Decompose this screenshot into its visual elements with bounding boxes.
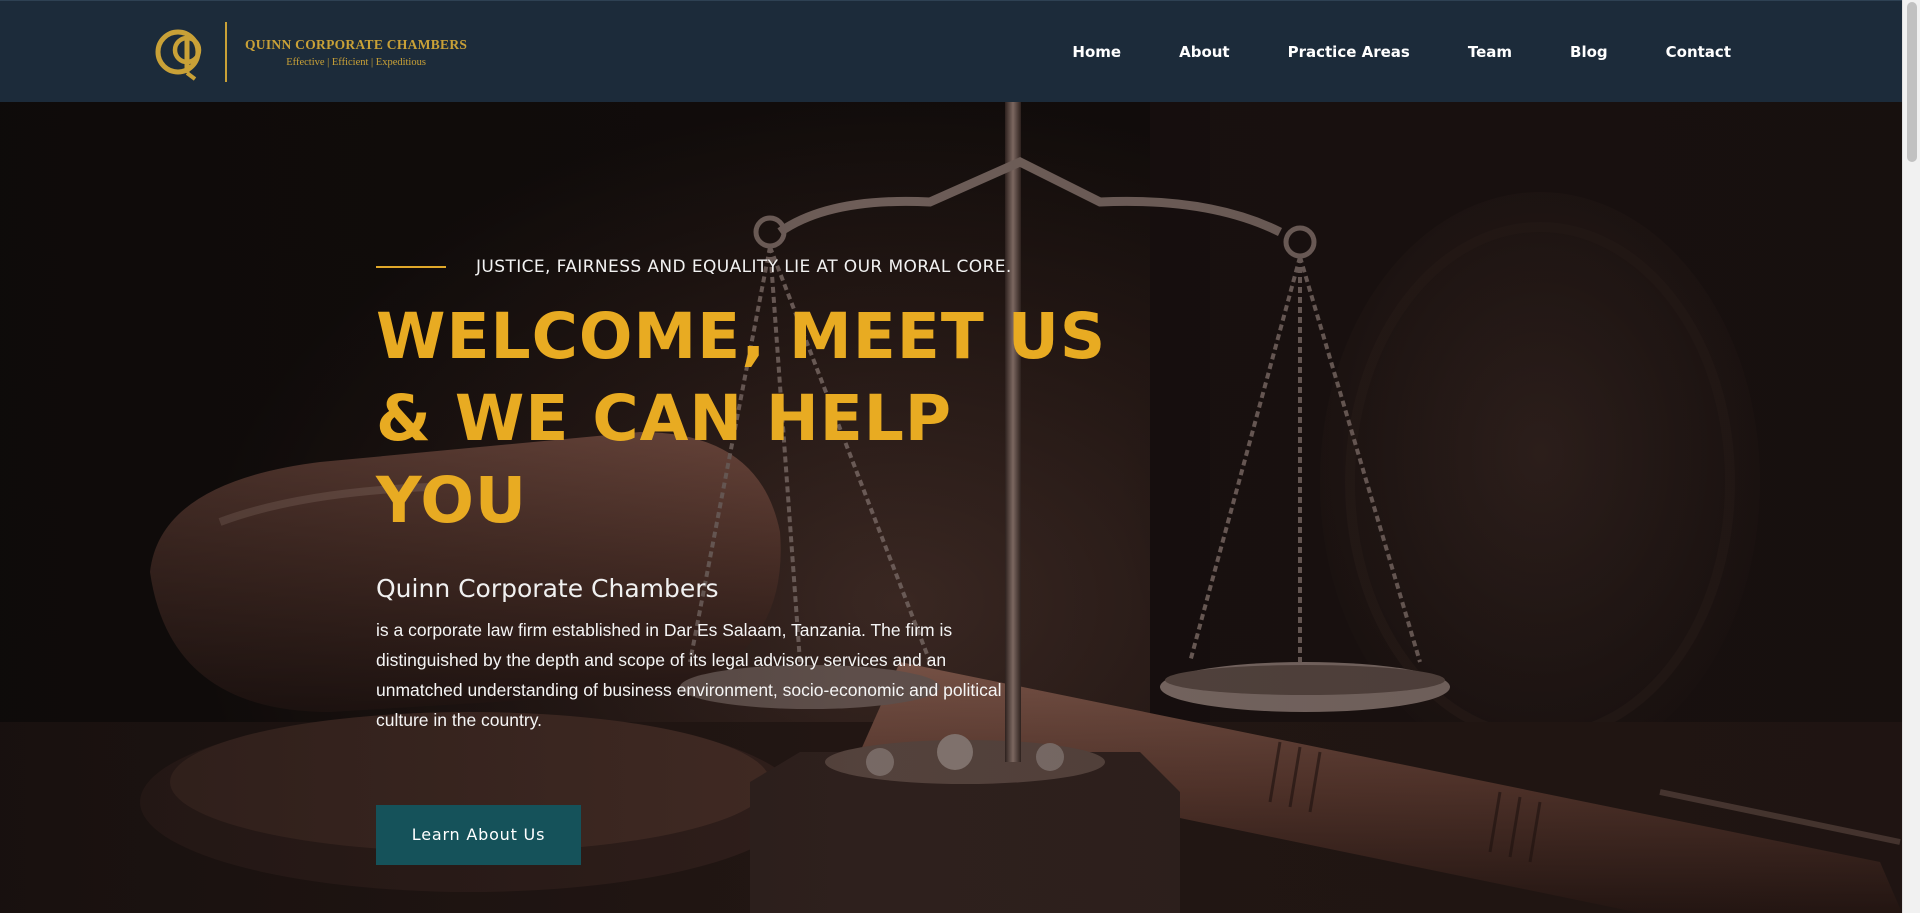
page-scrollbar[interactable] — [1902, 0, 1920, 913]
hero-kicker: JUSTICE, FAIRNESS AND EQUALITY LIE AT OU… — [376, 252, 1076, 282]
nav-item-about[interactable]: About — [1179, 43, 1230, 61]
hero-description: is a corporate law firm established in D… — [376, 620, 1002, 730]
site-header: QUINN CORPORATE CHAMBERS Effective | Eff… — [0, 0, 1902, 102]
logo-text: QUINN CORPORATE CHAMBERS Effective | Eff… — [245, 37, 467, 68]
kicker-text: JUSTICE, FAIRNESS AND EQUALITY LIE AT OU… — [476, 257, 1012, 277]
headline-line-3: YOU — [376, 464, 528, 537]
nav-item-blog[interactable]: Blog — [1570, 43, 1608, 61]
brand-logo-link[interactable]: QUINN CORPORATE CHAMBERS Effective | Eff… — [153, 21, 467, 83]
hero-content: JUSTICE, FAIRNESS AND EQUALITY LIE AT OU… — [376, 252, 1107, 865]
kicker-line — [376, 266, 446, 268]
headline-line-1: WELCOME, MEET US — [376, 300, 1107, 373]
nav-item-team[interactable]: Team — [1468, 43, 1512, 61]
main-nav: Home About Practice Areas Team Blog Cont… — [1072, 1, 1731, 103]
nav-item-practice-areas[interactable]: Practice Areas — [1288, 43, 1410, 61]
brand-name: QUINN CORPORATE CHAMBERS — [245, 36, 468, 52]
page: QUINN CORPORATE CHAMBERS Effective | Eff… — [0, 0, 1920, 913]
nav-item-home[interactable]: Home — [1072, 43, 1121, 61]
firm-name: Quinn Corporate Chambers — [376, 574, 719, 603]
brand-tagline: Effective | Efficient | Expeditious — [286, 56, 426, 68]
headline-line-2: & WE CAN HELP — [376, 382, 953, 455]
nav-item-contact[interactable]: Contact — [1666, 43, 1731, 61]
hero-headline: WELCOME, MEET US & WE CAN HELP YOU — [376, 296, 1107, 542]
brand-logo-icon — [155, 29, 202, 81]
logo-divider — [225, 22, 227, 82]
learn-about-us-button[interactable]: Learn About Us — [376, 804, 581, 865]
scrollbar-thumb[interactable] — [1907, 2, 1917, 162]
